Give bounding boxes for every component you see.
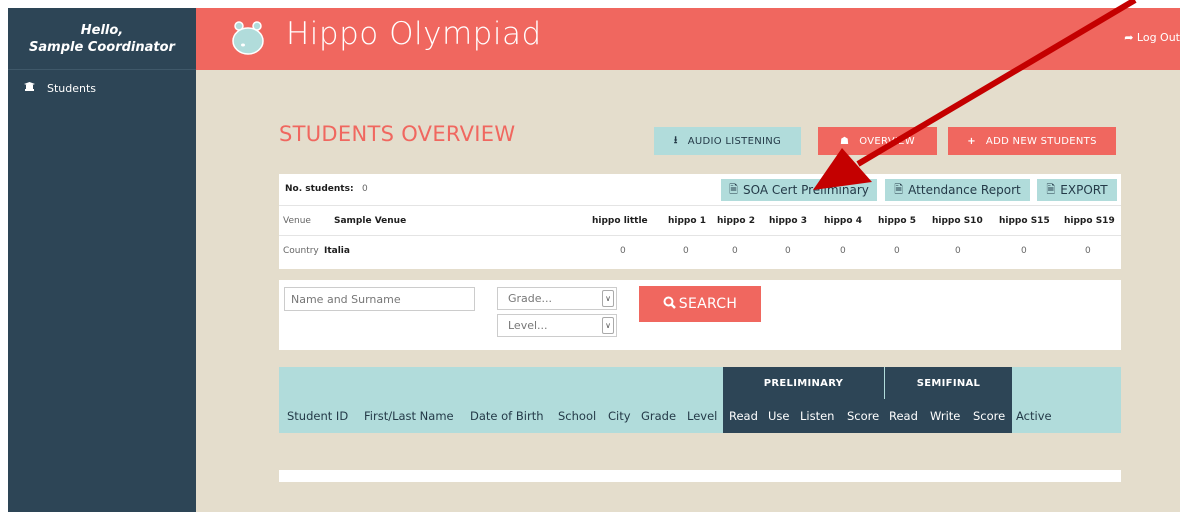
level-count: 0 bbox=[1021, 246, 1027, 256]
search-button[interactable]: SEARCH bbox=[639, 286, 761, 322]
sidebar: Hello, Sample Coordinator Students bbox=[8, 8, 196, 512]
plus-icon: + bbox=[967, 135, 976, 147]
column-header[interactable]: Write bbox=[930, 399, 960, 433]
column-header[interactable]: Student ID bbox=[287, 399, 348, 433]
overview-label: OVERVIEW bbox=[859, 135, 915, 147]
column-header[interactable]: Listen bbox=[800, 399, 834, 433]
excel-file-icon: 🗎 bbox=[1046, 182, 1056, 196]
overview-button[interactable]: ☗ OVERVIEW bbox=[818, 127, 937, 155]
level-header: hippo S19 bbox=[1064, 216, 1115, 226]
audio-listening-button[interactable]: ⭳ AUDIO LISTENING bbox=[654, 127, 801, 155]
sidebar-item-students[interactable]: Students bbox=[8, 70, 196, 106]
column-header[interactable]: Use bbox=[768, 399, 789, 433]
graduation-cap-icon: ☗ bbox=[840, 135, 850, 147]
column-header[interactable]: Grade bbox=[641, 399, 676, 433]
level-select[interactable]: Level... ∨ bbox=[497, 314, 617, 337]
semifinal-group-header: SEMIFINAL bbox=[885, 367, 1012, 399]
level-select-value: Level... bbox=[508, 319, 548, 332]
add-new-students-label: ADD NEW STUDENTS bbox=[985, 135, 1097, 147]
venue-row: Venue Sample Venue hippo little hippo 1 … bbox=[279, 206, 1121, 236]
table-body-strip bbox=[279, 470, 1121, 482]
level-count: 0 bbox=[1085, 246, 1091, 256]
attendance-report-label: Attendance Report bbox=[908, 183, 1021, 197]
column-header[interactable]: School bbox=[558, 399, 596, 433]
level-header: hippo little bbox=[592, 216, 648, 226]
students-table-header: PRELIMINARY SEMIFINAL Student ID First/L… bbox=[279, 367, 1121, 433]
preliminary-group-header: PRELIMINARY bbox=[723, 367, 884, 399]
logout-label: Log Out bbox=[1136, 31, 1180, 44]
column-header[interactable]: Score bbox=[973, 399, 1005, 433]
download-icon: ⭳ bbox=[673, 134, 678, 146]
logout-button[interactable]: ➦ Log Out bbox=[1124, 31, 1180, 44]
column-header[interactable]: Date of Birth bbox=[470, 399, 544, 433]
pdf-file-icon: 🗎 bbox=[729, 182, 738, 196]
soa-cert-label: SOA Cert Preliminary bbox=[743, 183, 869, 197]
level-count: 0 bbox=[955, 246, 961, 256]
export-button[interactable]: 🗎 EXPORT bbox=[1037, 179, 1117, 201]
column-header[interactable]: Level bbox=[687, 399, 717, 433]
chevron-down-icon: ∨ bbox=[602, 290, 614, 307]
name-search-placeholder: Name and Surname bbox=[291, 292, 401, 306]
logout-icon: ➦ bbox=[1124, 31, 1134, 44]
user-name: Sample Coordinator bbox=[29, 39, 175, 55]
name-search-input[interactable]: Name and Surname bbox=[284, 287, 475, 311]
level-header: hippo S10 bbox=[932, 216, 983, 226]
attendance-report-button[interactable]: 🗎 Attendance Report bbox=[885, 179, 1030, 201]
level-count: 0 bbox=[683, 246, 689, 256]
summary-header-row: No. students: 0 🗎 SOA Cert Preliminary 🗎… bbox=[279, 174, 1121, 206]
hippo-logo-icon bbox=[230, 20, 266, 56]
level-header: hippo 3 bbox=[769, 216, 807, 226]
level-header: hippo S15 bbox=[999, 216, 1050, 226]
venue-label: Venue bbox=[283, 216, 311, 226]
search-icon bbox=[663, 296, 676, 313]
column-header[interactable]: Score bbox=[847, 399, 879, 433]
level-header: hippo 4 bbox=[824, 216, 862, 226]
page-title: STUDENTS OVERVIEW bbox=[279, 122, 516, 146]
audio-listening-label: AUDIO LISTENING bbox=[687, 135, 782, 147]
add-new-students-button[interactable]: + ADD NEW STUDENTS bbox=[948, 127, 1116, 155]
level-count: 0 bbox=[894, 246, 900, 256]
level-header: hippo 2 bbox=[717, 216, 755, 226]
sidebar-item-label: Students bbox=[47, 81, 97, 95]
country-value: Italia bbox=[324, 246, 350, 256]
pdf-file-icon: 🗎 bbox=[894, 182, 904, 196]
user-greeting: Hello, Sample Coordinator bbox=[8, 8, 196, 70]
level-header: hippo 1 bbox=[668, 216, 706, 226]
students-count-value: 0 bbox=[362, 184, 368, 194]
chevron-down-icon: ∨ bbox=[602, 317, 614, 334]
country-label: Country bbox=[283, 246, 319, 256]
app-title: Hippo Olympiad bbox=[286, 16, 542, 52]
graduation-cap-icon bbox=[24, 81, 35, 95]
main-content: STUDENTS OVERVIEW ⭳ AUDIO LISTENING ☗ OV… bbox=[196, 70, 1180, 512]
grade-select[interactable]: Grade... ∨ bbox=[497, 287, 617, 310]
column-header[interactable]: City bbox=[608, 399, 631, 433]
level-header: hippo 5 bbox=[878, 216, 916, 226]
column-header[interactable]: Active bbox=[1016, 399, 1052, 433]
soa-cert-preliminary-button[interactable]: 🗎 SOA Cert Preliminary bbox=[721, 179, 877, 201]
column-header[interactable]: Read bbox=[729, 399, 758, 433]
export-label: EXPORT bbox=[1060, 183, 1108, 197]
grade-select-value: Grade... bbox=[508, 292, 553, 305]
search-label: SEARCH bbox=[678, 296, 738, 312]
greeting-text: Hello, bbox=[80, 22, 124, 38]
students-summary-panel: No. students: 0 🗎 SOA Cert Preliminary 🗎… bbox=[279, 174, 1121, 269]
level-count: 0 bbox=[840, 246, 846, 256]
venue-value: Sample Venue bbox=[334, 216, 407, 226]
country-row: Country Italia 0 0 0 0 0 0 0 0 0 bbox=[279, 236, 1121, 267]
search-panel: Name and Surname Grade... ∨ Level... ∨ S… bbox=[279, 280, 1121, 350]
top-bar: Hippo Olympiad ➦ Log Out bbox=[196, 8, 1180, 70]
level-count: 0 bbox=[620, 246, 626, 256]
students-count-label: No. students: bbox=[285, 184, 354, 194]
column-header[interactable]: First/Last Name bbox=[364, 399, 454, 433]
app-window: Hello, Sample Coordinator Students Hippo… bbox=[8, 8, 1180, 512]
column-header[interactable]: Read bbox=[889, 399, 918, 433]
level-count: 0 bbox=[785, 246, 791, 256]
level-count: 0 bbox=[732, 246, 738, 256]
